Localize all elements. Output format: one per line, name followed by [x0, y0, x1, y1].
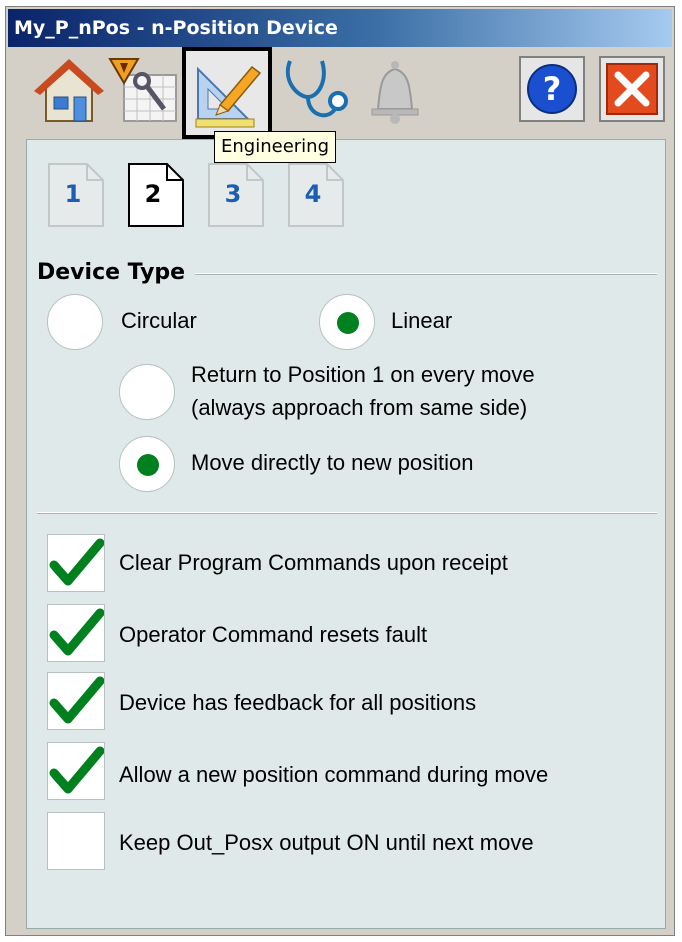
maintenance-icon[interactable]	[106, 51, 184, 129]
svg-text:?: ?	[543, 70, 562, 108]
options-divider	[37, 512, 657, 514]
help-icon[interactable]: ?	[518, 55, 586, 123]
engineering-tooltip: Engineering	[214, 131, 336, 163]
checkmark-icon	[49, 608, 105, 656]
tab-page-3[interactable]: 3	[207, 162, 265, 228]
device-has-feedback-label: Device has feedback for all positions	[119, 690, 477, 715]
return-to-position-label-line2: (always approach from same side)	[191, 395, 528, 420]
clear-program-commands-checkbox[interactable]	[47, 534, 105, 592]
return-to-position-radio[interactable]	[119, 364, 175, 420]
linear-label: Linear	[391, 308, 453, 333]
diagnostics-icon[interactable]	[278, 51, 356, 129]
alarm-bell-icon[interactable]	[356, 51, 434, 129]
tab-page-2-label: 2	[144, 180, 162, 208]
device-has-feedback-checkbox[interactable]	[47, 672, 105, 730]
device-type-title: Device Type	[37, 260, 196, 285]
allow-new-position-command-checkbox[interactable]	[47, 742, 105, 800]
tab-page-1-label: 1	[64, 180, 82, 208]
linear-radio-dot	[337, 312, 359, 334]
keep-out-posx-output-checkbox[interactable]	[47, 812, 105, 870]
checkmark-icon	[49, 538, 105, 586]
close-icon[interactable]	[598, 55, 666, 123]
checkmark-icon	[49, 676, 105, 724]
circular-label: Circular	[121, 308, 197, 333]
allow-new-position-command-label: Allow a new position command during move	[119, 762, 549, 787]
toolbar: ?	[8, 47, 672, 139]
engineering-icon[interactable]	[182, 47, 272, 139]
circular-radio[interactable]	[47, 294, 103, 350]
move-directly-radio-dot	[137, 454, 159, 476]
checkmark-icon	[49, 746, 105, 794]
keep-out-posx-output-label: Keep Out_Posx output ON until next move	[119, 830, 534, 855]
tab-page-2[interactable]: 2	[127, 162, 185, 228]
tab-page-4-label: 4	[304, 180, 322, 208]
move-directly-label: Move directly to new position	[191, 450, 474, 475]
operator-command-resets-fault-checkbox[interactable]	[47, 604, 105, 662]
window-title: My_P_nPos - n-Position Device	[8, 9, 672, 47]
tab-page-4[interactable]: 4	[287, 162, 345, 228]
linear-radio[interactable]	[319, 294, 375, 350]
operator-command-resets-fault-label: Operator Command resets fault	[119, 622, 428, 647]
home-icon[interactable]	[30, 51, 108, 129]
move-directly-radio[interactable]	[119, 436, 175, 492]
clear-program-commands-label: Clear Program Commands upon receipt	[119, 550, 508, 575]
engineering-panel: 1 2 3 4 Device Type Circular Linear Retu…	[26, 139, 666, 929]
faceplate-window: My_P_nPos - n-Position Device ? Engineer…	[5, 6, 675, 936]
return-to-position-label-line1: Return to Position 1 on every move	[191, 362, 535, 387]
tab-page-1[interactable]: 1	[47, 162, 105, 228]
tab-page-3-label: 3	[224, 180, 242, 208]
